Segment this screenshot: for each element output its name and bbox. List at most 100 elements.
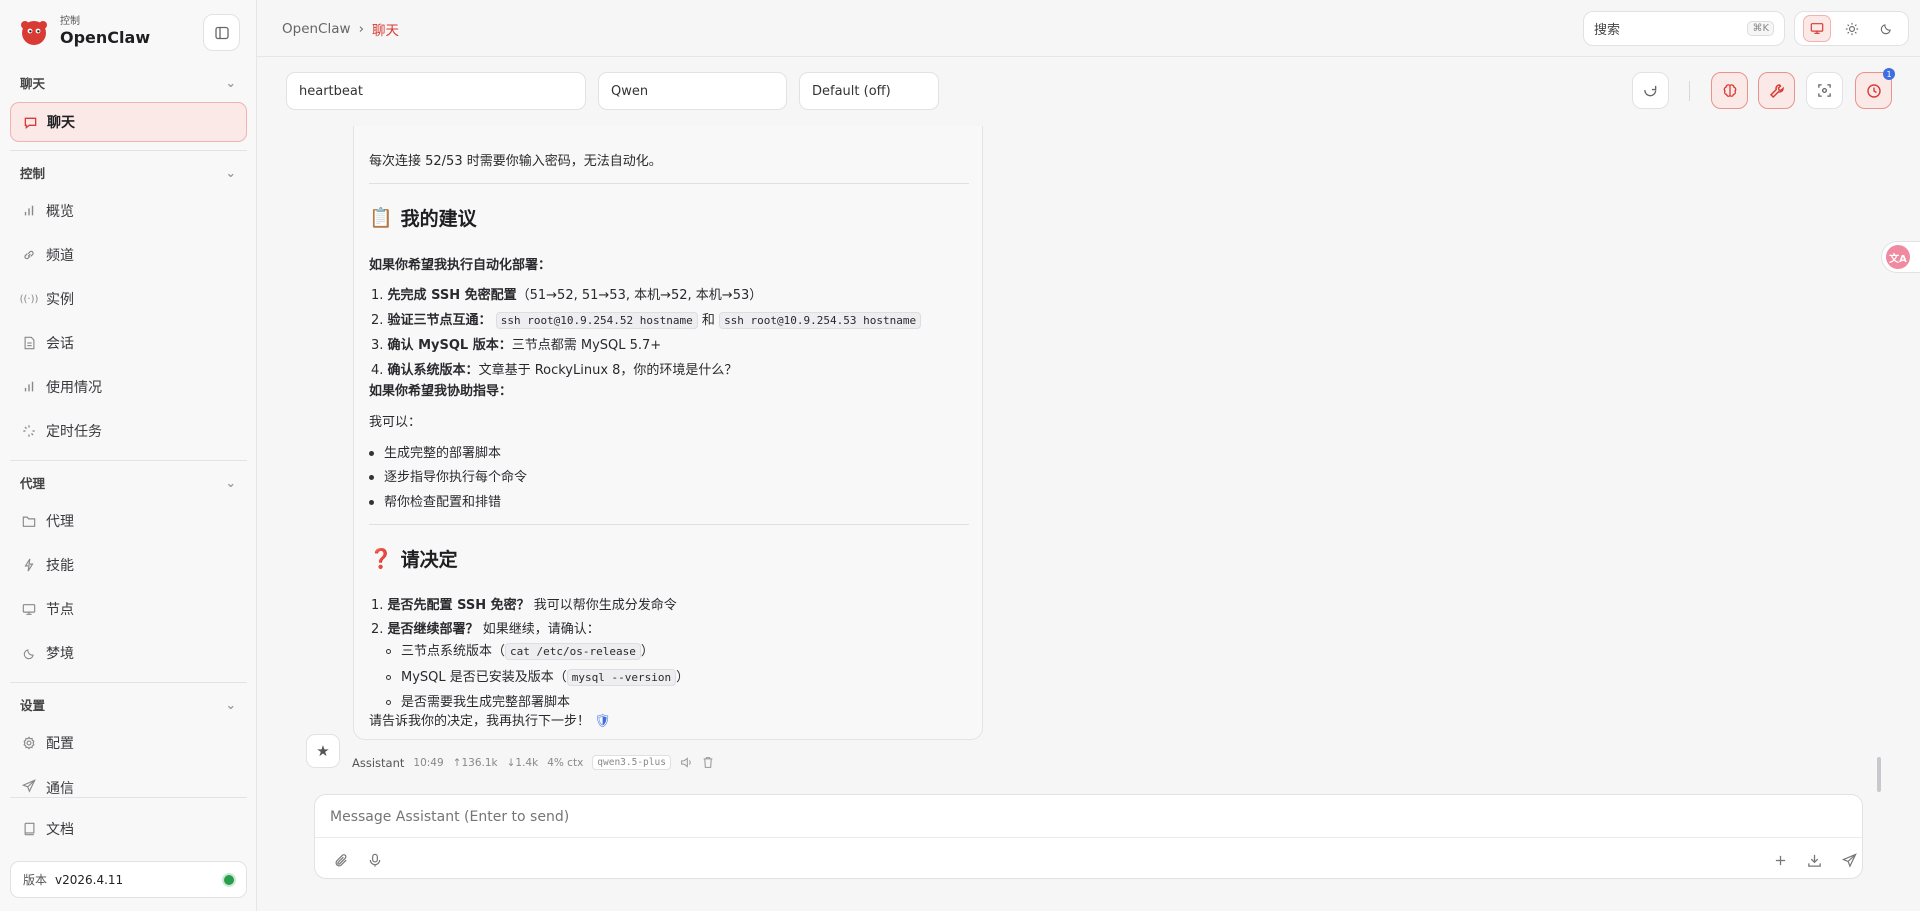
assistant-message: 每次连接 52/53 时需要你输入密码，无法自动化。 📋 我的建议 如果你希望我… <box>353 126 983 740</box>
thinking-select[interactable]: Default (off) <box>799 72 939 110</box>
theme-light-button[interactable] <box>1838 15 1866 42</box>
send-icon[interactable] <box>1838 849 1860 871</box>
inline-code: ssh root@10.9.254.52 hostname <box>495 312 698 329</box>
sidebar-item-nodes[interactable]: 节点 <box>10 589 247 629</box>
chevron-down-icon: ⌄ <box>225 474 236 490</box>
version-label: 版本 <box>23 873 48 887</box>
sidebar-item-sessions[interactable]: 会话 <box>10 323 247 363</box>
heading-decide: ❓ 请决定 <box>369 548 458 571</box>
focus-mode-button[interactable] <box>1806 72 1843 109</box>
theme-system-button[interactable] <box>1802 15 1831 42</box>
inline-code: mysql --version <box>566 669 677 686</box>
session-select[interactable]: heartbeat <box>286 72 586 110</box>
microphone-icon[interactable] <box>364 849 386 871</box>
section-chat[interactable]: 聊天 ⌄ <box>20 72 236 92</box>
link-icon <box>21 247 37 263</box>
sub-list-item: 是否需要我生成完整部署脚本 <box>386 691 570 710</box>
send-icon <box>21 778 37 794</box>
chevron-down-icon: ⌄ <box>225 164 236 180</box>
translate-icon: 文A <box>1886 245 1910 269</box>
breadcrumb-separator: › <box>358 21 364 37</box>
moon-icon <box>1880 24 1891 35</box>
list-item: 生成完整的部署脚本 <box>369 442 501 461</box>
brain-icon <box>1723 83 1736 97</box>
divider <box>10 797 247 798</box>
model-badge: qwen3.5-plus <box>592 755 671 770</box>
sidebar-item-instances[interactable]: ((·)) 实例 <box>10 279 247 319</box>
sidebar-item-overview[interactable]: 概览 <box>10 191 247 231</box>
context-usage: 4% ctx <box>547 756 584 769</box>
brand[interactable]: 控制 OpenClaw <box>18 14 150 50</box>
brand-title: OpenClaw <box>60 28 151 47</box>
section-settings[interactable]: 设置 ⌄ <box>20 694 236 714</box>
thinking-toggle-button[interactable] <box>1711 72 1748 109</box>
version-info: 版本 v2026.4.11 <box>10 861 247 898</box>
sub-list-item: 三节点系统版本（ cat /etc/os-release） <box>386 640 654 660</box>
step-item: 4. 确认系统版本：文章基于 RockyLinux 8，你的环境是什么？ <box>371 363 738 378</box>
sidebar-item-scheduled-tasks[interactable]: 定时任务 <box>10 411 247 451</box>
message-input[interactable] <box>330 809 1830 825</box>
download-icon[interactable] <box>1803 849 1825 871</box>
step-item: 3. 确认 MySQL 版本：三节点都需 MySQL 5.7+ <box>371 338 662 353</box>
heading-suggestion: 📋 我的建议 <box>369 207 477 230</box>
tokens-in: ↑136.1k <box>452 756 498 769</box>
gear-icon <box>21 735 37 751</box>
sidebar-item-chat[interactable]: 聊天 <box>10 102 247 142</box>
sidebar-item-comms[interactable]: 通信 <box>10 767 247 797</box>
refresh-button[interactable] <box>1632 72 1669 109</box>
sidebar-item-skills[interactable]: 技能 <box>10 545 247 585</box>
message-meta: Assistant 10:49 ↑136.1k ↓1.4k 4% ctx qwe… <box>352 755 714 770</box>
guide-title: 如果你希望我协助指导： <box>369 384 513 399</box>
document-icon <box>21 335 37 351</box>
message-intro: 每次连接 52/53 时需要你输入密码，无法自动化。 <box>369 154 662 169</box>
toolbar-separator <box>1689 81 1690 101</box>
collapse-sidebar-button[interactable] <box>203 14 240 51</box>
chevron-down-icon: ⌄ <box>225 696 236 712</box>
closing-text: 请告诉我你的决定，我再执行下一步！ 🛡 <box>369 714 611 729</box>
chat-bubble-icon <box>22 114 38 130</box>
divider <box>315 837 1862 838</box>
tools-toggle-button[interactable] <box>1758 72 1795 109</box>
refresh-icon <box>1644 85 1657 97</box>
message-time: 10:49 <box>413 756 444 769</box>
section-control[interactable]: 控制 ⌄ <box>20 162 236 182</box>
theme-dark-button[interactable] <box>1873 15 1901 42</box>
sidebar-item-dreams[interactable]: 梦境 <box>10 633 247 673</box>
sidebar-item-config[interactable]: 配置 <box>10 723 247 763</box>
translate-button[interactable]: 文A <box>1881 241 1920 273</box>
notification-badge: 1 <box>1883 68 1895 80</box>
sidebar-item-docs[interactable]: 文档 <box>10 809 247 849</box>
bar-chart-icon <box>21 203 37 219</box>
plus-icon[interactable] <box>1769 849 1791 871</box>
topbar: OpenClaw › 聊天 搜索 ⌘K <box>257 0 1920 57</box>
breadcrumb-root[interactable]: OpenClaw <box>282 21 351 37</box>
scheduled-runs-button[interactable]: 1 <box>1855 68 1895 109</box>
chevron-down-icon: ⌄ <box>225 74 236 90</box>
clipboard-icon: 📋 <box>369 207 393 229</box>
search-shortcut: ⌘K <box>1747 21 1774 36</box>
book-icon <box>21 821 37 837</box>
step-item: 2. 验证三节点互通： ssh root@10.9.254.52 hostnam… <box>371 309 922 329</box>
monitor-icon <box>21 601 37 617</box>
can-do-text: 我可以： <box>369 415 422 430</box>
step-item: 1. 先完成 SSH 免密配置（51→52, 51→53, 本机→52, 本机→… <box>371 288 763 303</box>
sidebar-item-usage[interactable]: 使用情况 <box>10 367 247 407</box>
sender-name: Assistant <box>352 755 405 770</box>
sidebar: 控制 OpenClaw 聊天 ⌄ 聊天 控制 ⌄ 概览 频道 ((·)) 实例 … <box>0 0 257 911</box>
sidebar-item-channels[interactable]: 频道 <box>10 235 247 275</box>
decision-item: 2. 是否继续部署？ 如果继续，请确认： <box>371 622 600 637</box>
section-agents[interactable]: 代理 ⌄ <box>20 472 236 492</box>
trash-icon[interactable] <box>702 756 714 769</box>
speaker-icon[interactable] <box>680 756 693 769</box>
version-value: v2026.4.11 <box>55 872 124 887</box>
divider <box>10 150 247 151</box>
monitor-icon <box>1810 23 1823 34</box>
paperclip-icon[interactable] <box>330 849 352 871</box>
divider <box>10 460 247 461</box>
sidebar-item-agents[interactable]: 代理 <box>10 501 247 541</box>
scrollbar-thumb[interactable] <box>1877 757 1881 792</box>
search-box[interactable]: 搜索 ⌘K <box>1583 11 1785 46</box>
decision-item: 1. 是否先配置 SSH 免密？ 我可以帮你生成分发命令 <box>371 598 677 613</box>
model-select[interactable]: Qwen <box>598 72 787 110</box>
inline-code: cat /etc/os-release <box>505 643 641 660</box>
